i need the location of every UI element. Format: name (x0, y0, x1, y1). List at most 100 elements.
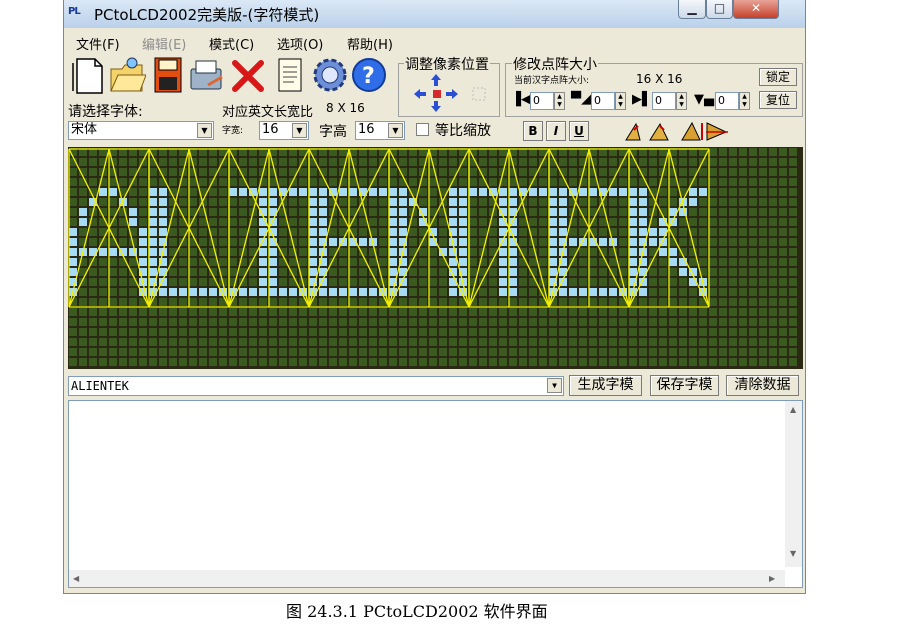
pixel-on[interactable] (629, 248, 637, 256)
pixel-off[interactable] (409, 328, 417, 336)
pixel-off[interactable] (709, 188, 717, 196)
pixel-off[interactable] (529, 258, 537, 266)
pixel-on[interactable] (509, 288, 517, 296)
pixel-on[interactable] (499, 288, 507, 296)
pixel-on[interactable] (289, 288, 297, 296)
pixel-off[interactable] (519, 278, 527, 286)
pixel-off[interactable] (439, 288, 447, 296)
pixel-on[interactable] (549, 238, 557, 246)
pixel-off[interactable] (659, 268, 667, 276)
pixel-off[interactable] (359, 228, 367, 236)
pixel-off[interactable] (619, 228, 627, 236)
pixel-off[interactable] (349, 258, 357, 266)
pixel-off[interactable] (439, 158, 447, 166)
flip-vertical-icon[interactable] (706, 122, 728, 141)
pixel-on[interactable] (399, 188, 407, 196)
pixel-off[interactable] (159, 338, 167, 346)
pixel-off[interactable] (219, 198, 227, 206)
pixel-off[interactable] (529, 308, 537, 316)
pixel-off[interactable] (539, 248, 547, 256)
pixel-off[interactable] (739, 238, 747, 246)
pixel-off[interactable] (179, 278, 187, 286)
pixel-off[interactable] (169, 328, 177, 336)
pixel-on[interactable] (579, 288, 587, 296)
pixel-off[interactable] (349, 278, 357, 286)
pixel-off[interactable] (649, 268, 657, 276)
pixel-off[interactable] (89, 228, 97, 236)
pixel-off[interactable] (519, 298, 527, 306)
pixel-off[interactable] (229, 328, 237, 336)
pixel-off[interactable] (749, 268, 757, 276)
pixel-off[interactable] (369, 358, 377, 366)
pixel-off[interactable] (739, 148, 747, 156)
pixel-off[interactable] (769, 248, 777, 256)
pixel-off[interactable] (609, 318, 617, 326)
pixel-on[interactable] (549, 218, 557, 226)
pixel-off[interactable] (129, 308, 137, 316)
pixel-off[interactable] (249, 318, 257, 326)
pixel-off[interactable] (349, 298, 357, 306)
pixel-off[interactable] (539, 358, 547, 366)
pixel-off[interactable] (219, 188, 227, 196)
pixel-off[interactable] (679, 288, 687, 296)
pixel-off[interactable] (489, 358, 497, 366)
pixel-off[interactable] (789, 348, 797, 356)
pixel-on[interactable] (449, 208, 457, 216)
pixel-off[interactable] (99, 328, 107, 336)
pixel-off[interactable] (199, 308, 207, 316)
pixel-on[interactable] (229, 188, 237, 196)
bold-button[interactable]: B (523, 121, 543, 141)
pixel-off[interactable] (629, 328, 637, 336)
pixel-off[interactable] (169, 358, 177, 366)
pixel-off[interactable] (349, 328, 357, 336)
pixel-off[interactable] (329, 268, 337, 276)
pixel-off[interactable] (429, 308, 437, 316)
pixel-off[interactable] (509, 358, 517, 366)
pixel-off[interactable] (309, 338, 317, 346)
pixel-on[interactable] (339, 188, 347, 196)
pixel-on[interactable] (509, 248, 517, 256)
new-file-button[interactable] (69, 55, 107, 95)
pixel-off[interactable] (339, 248, 347, 256)
generate-button[interactable]: 生成字模 (569, 375, 642, 396)
pixel-on[interactable] (179, 288, 187, 296)
pixel-off[interactable] (219, 178, 227, 186)
pixel-off[interactable] (719, 328, 727, 336)
pixel-on[interactable] (389, 248, 397, 256)
pixel-off[interactable] (129, 288, 137, 296)
pixel-off[interactable] (269, 178, 277, 186)
pixel-on[interactable] (149, 208, 157, 216)
pixel-off[interactable] (699, 228, 707, 236)
pixel-off[interactable] (529, 288, 537, 296)
pixel-off[interactable] (449, 358, 457, 366)
pixel-off[interactable] (779, 238, 787, 246)
pixel-off[interactable] (279, 228, 287, 236)
pixel-off[interactable] (229, 168, 237, 176)
pixel-off[interactable] (319, 338, 327, 346)
pixel-on[interactable] (459, 248, 467, 256)
pixel-off[interactable] (779, 198, 787, 206)
pixel-off[interactable] (249, 158, 257, 166)
pixel-on[interactable] (549, 188, 557, 196)
left-offset-spinner[interactable]: ▲ ▼ (554, 92, 565, 110)
pixel-off[interactable] (379, 208, 387, 216)
pixel-off[interactable] (479, 298, 487, 306)
pixel-off[interactable] (669, 298, 677, 306)
pixel-off[interactable] (719, 248, 727, 256)
pixel-off[interactable] (429, 198, 437, 206)
pixel-off[interactable] (679, 328, 687, 336)
pixel-off[interactable] (339, 348, 347, 356)
pixel-off[interactable] (509, 178, 517, 186)
pixel-off[interactable] (429, 188, 437, 196)
pixel-off[interactable] (759, 258, 767, 266)
pixel-off[interactable] (149, 338, 157, 346)
pixel-off[interactable] (689, 218, 697, 226)
pixel-off[interactable] (339, 268, 347, 276)
pixel-off[interactable] (729, 348, 737, 356)
pixel-on[interactable] (549, 248, 557, 256)
pixel-off[interactable] (769, 228, 777, 236)
pixel-off[interactable] (599, 178, 607, 186)
pixel-on[interactable] (509, 278, 517, 286)
pixel-off[interactable] (679, 348, 687, 356)
pixel-off[interactable] (109, 348, 117, 356)
